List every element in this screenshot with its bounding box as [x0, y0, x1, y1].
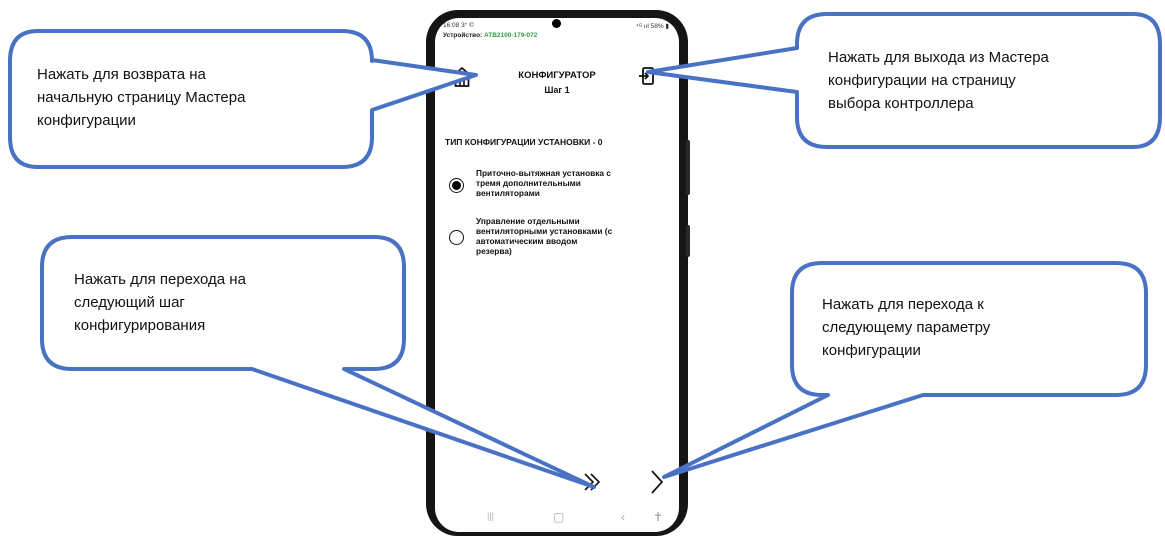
callout-line: Нажать для перехода к — [822, 296, 984, 313]
callout-line: Нажать для перехода на — [74, 271, 246, 288]
callout-line: следующему параметру — [822, 319, 991, 336]
callout-line: конфигурации — [822, 342, 921, 359]
callout-line: Нажать для выхода из Мастера — [828, 49, 1049, 66]
callout-line: конфигурации — [37, 112, 136, 129]
callout-line: конфигурирования — [74, 317, 206, 334]
callout-line: начальную страницу Мастера — [37, 89, 246, 106]
callout-next-step-text: Нажать для перехода на следующий шаг кон… — [74, 268, 246, 337]
callout-next-param-text: Нажать для перехода к следующему парамет… — [822, 293, 990, 362]
callout-line: конфигурации на страницу — [828, 72, 1016, 89]
callout-line: следующий шаг — [74, 294, 185, 311]
callout-line: выбора контроллера — [828, 95, 974, 112]
callout-line: Нажать для возврата на — [37, 66, 206, 83]
callout-home-text: Нажать для возврата на начальную страниц… — [37, 63, 245, 132]
callout-exit-text: Нажать для выхода из Мастера конфигураци… — [828, 46, 1049, 115]
